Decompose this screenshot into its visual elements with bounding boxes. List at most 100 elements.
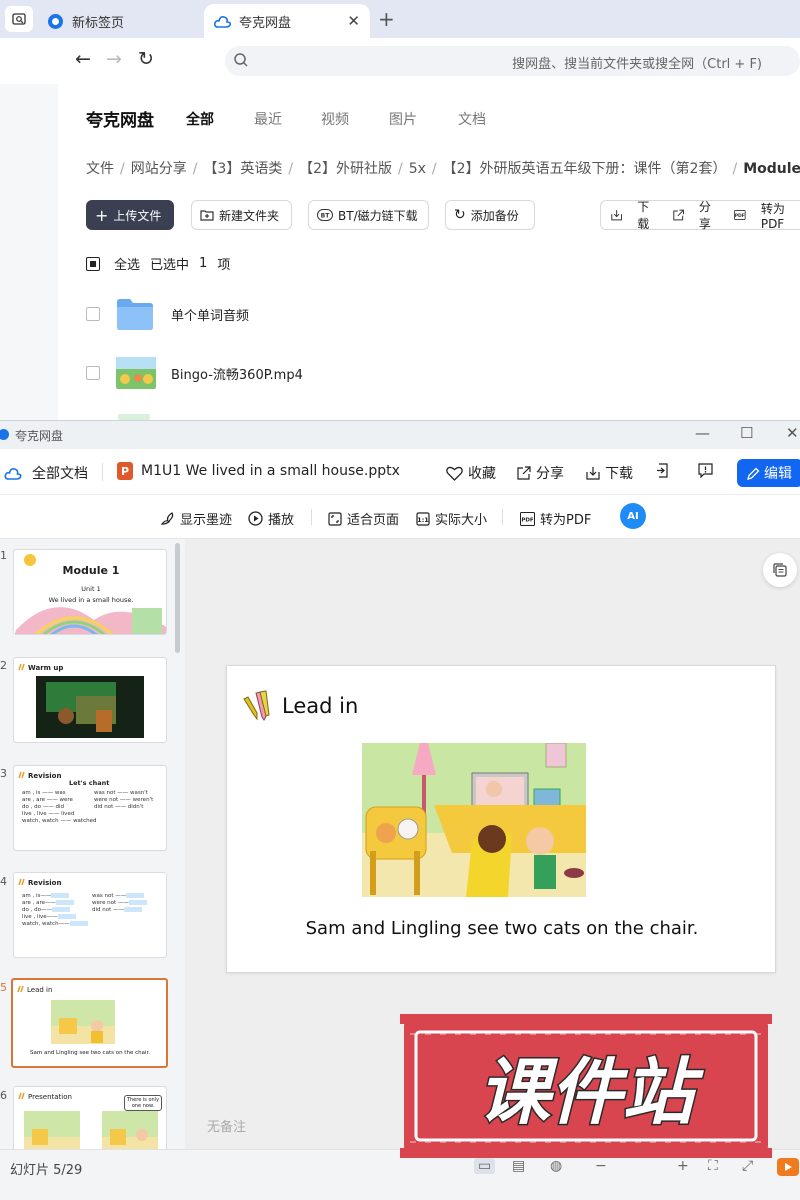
slide-thumbnail[interactable]: Presentation There is only one now. (13, 1086, 167, 1149)
nav-document[interactable]: 文档 (458, 109, 486, 129)
play-button[interactable]: 播放 (248, 509, 294, 528)
download-button[interactable]: 下载 (586, 463, 633, 483)
current-slide: Lead in Sam and Lingling see two cats on… (226, 665, 776, 973)
watermark-text: 课件站 (478, 1050, 704, 1134)
play-label: 播放 (268, 513, 295, 528)
search-bar[interactable]: 搜网盘、搜当前文件夹或搜全网（Ctrl + F) (225, 46, 800, 76)
breadcrumb-item[interactable]: 【2】外研社版 (299, 161, 392, 177)
file-name: 单个单词音频 (171, 308, 250, 324)
breadcrumb-item[interactable]: 【3】英语类 (203, 161, 282, 177)
thumbnail-line: watch, watch—— (22, 921, 70, 927)
tab-quark-drive[interactable]: 夸克网盘 ✕ (204, 4, 370, 38)
close-window-icon[interactable]: ✕ (786, 424, 799, 442)
thumbnail-line: are , are—— (22, 900, 57, 906)
file-checkbox[interactable] (86, 366, 100, 380)
maximize-icon[interactable]: ☐ (740, 424, 753, 442)
breadcrumb-item[interactable]: 网站分享 (131, 161, 187, 177)
selected-unit: 项 (217, 258, 231, 273)
thumbnail-line: were not —— weren't (94, 797, 154, 803)
upload-button[interactable]: + 上传文件 (86, 200, 174, 230)
close-tab-icon[interactable]: ✕ (347, 12, 360, 30)
copy-text-button[interactable] (763, 553, 797, 587)
breadcrumb-item[interactable]: 5x (409, 161, 426, 177)
fit-window-icon[interactable]: ⛶ (708, 1158, 718, 1174)
download-action[interactable]: 下载 (611, 198, 657, 232)
tab-search-button[interactable] (5, 6, 33, 32)
select-all-checkbox[interactable] (86, 256, 100, 271)
convert-pdf-label: 转为PDF (540, 513, 592, 528)
forward-icon[interactable]: → (106, 48, 122, 70)
thumbnail-number: 3 (0, 767, 7, 780)
fullscreen-icon[interactable]: ⤢ (742, 1158, 753, 1174)
share-icon (517, 466, 531, 480)
file-actions-group: 下载 分享 PDF 转为PDF (600, 198, 800, 232)
nav-recent[interactable]: 最近 (254, 109, 282, 129)
thumbnail-line: was not —— wasn't (94, 790, 148, 796)
favorite-button[interactable]: 收藏 (446, 463, 496, 483)
thumbnail-text-left: am , is —— was are , are —— were do , do… (22, 790, 96, 825)
pencil-icon (18, 771, 25, 779)
slideshow-icon[interactable] (777, 1158, 799, 1176)
slide-thumbnail[interactable]: Module 1 Unit 1 We lived in a small hous… (13, 549, 167, 635)
actual-size-button[interactable]: 1:1 实际大小 (416, 509, 487, 528)
minimize-icon[interactable]: — (695, 424, 710, 442)
share-button[interactable]: 分享 (517, 463, 564, 483)
back-icon[interactable]: ← (75, 48, 91, 70)
select-all-label[interactable]: 全选 (114, 254, 140, 273)
slide-title: Lead in (282, 694, 359, 718)
nav-all[interactable]: 全部 (186, 109, 214, 129)
slide-thumbnail[interactable]: Warm up (13, 657, 167, 743)
play-icon (248, 511, 263, 526)
pencil-icon (18, 878, 25, 886)
download-label: 下载 (605, 466, 633, 482)
add-backup-button[interactable]: ↻ 添加备份 (445, 200, 535, 230)
edit-button[interactable]: 编辑 (737, 459, 800, 487)
pencil-icon (18, 1092, 25, 1100)
slide-thumbnail-selected[interactable]: Lead in Sam and Lingling see two cats on… (11, 978, 168, 1068)
zoom-in-icon[interactable]: + (677, 1158, 689, 1174)
all-docs-link[interactable]: 全部文档 (4, 463, 88, 483)
file-row[interactable]: Bingo-流畅360P.mp4 (86, 357, 303, 389)
upload-label: 上传文件 (113, 208, 162, 223)
drive-page: 夸克网盘 全部 最近 视频 图片 文档 文件 / 网站分享 / 【3】英语类 / 【2】外研… (0, 84, 800, 420)
globe-icon[interactable]: ◍ (550, 1158, 562, 1174)
cloud-drive-icon (4, 467, 22, 480)
speaker-notes[interactable]: 无备注 (207, 1116, 246, 1135)
thumbnail-title: Module 1 (62, 564, 120, 577)
thumbnail-line: were not —— (92, 900, 129, 906)
new-folder-button[interactable]: 新建文件夹 (191, 200, 292, 230)
to-pdf-action[interactable]: PDF 转为PDF (734, 200, 800, 231)
search-placeholder: 搜网盘、搜当前文件夹或搜全网（Ctrl + F) (512, 57, 762, 72)
thumbnail-number: 2 (0, 659, 7, 672)
open-external-icon[interactable] (656, 463, 674, 478)
new-tab-icon[interactable]: + (378, 7, 395, 31)
slide-thumbnail[interactable]: Revision am , is—— are , are—— do , do——… (13, 872, 167, 958)
thumbnail-scrollbar[interactable] (175, 543, 180, 653)
slide-caption: Sam and Lingling see two cats on the cha… (305, 918, 699, 939)
bt-download-button[interactable]: BT BT/磁力链下载 (308, 200, 429, 230)
nav-image[interactable]: 图片 (389, 109, 417, 129)
share-label: 分享 (536, 466, 564, 482)
reload-icon[interactable]: ↻ (138, 48, 154, 70)
zoom-out-icon[interactable]: − (595, 1158, 607, 1174)
slide-thumbnail[interactable]: Revision Let's chant am , is —— was are … (13, 765, 167, 851)
normal-view-icon[interactable]: ▭ (474, 1158, 496, 1174)
video-thumbnail-icon (116, 357, 156, 389)
breadcrumb-item[interactable]: 【2】外研版英语五年级下册：课件（第2套） (443, 161, 727, 177)
add-backup-label: 添加备份 (470, 208, 519, 223)
file-title: P M1U1 We lived in a small house.pptx (117, 462, 400, 480)
convert-pdf-button[interactable]: PDF 转为PDF (520, 509, 591, 528)
feedback-icon[interactable] (698, 463, 718, 478)
ai-assistant-button[interactable]: AI (620, 503, 646, 529)
nav-video[interactable]: 视频 (321, 109, 349, 129)
share-action[interactable]: 分享 (672, 198, 719, 232)
tab-new-tab[interactable]: 新标签页 (46, 4, 196, 38)
slide-thumbnail-panel: 1 Module 1 Unit 1 We lived in a small ho… (0, 539, 185, 1149)
show-ink-button[interactable]: 显示墨迹 (160, 509, 232, 528)
file-row[interactable]: 单个单词音频 (86, 297, 249, 331)
file-checkbox[interactable] (86, 307, 100, 321)
grid-view-icon[interactable]: ▤ (512, 1158, 525, 1174)
breadcrumb-current[interactable]: Module 1 (743, 161, 800, 177)
breadcrumb-item[interactable]: 文件 (86, 161, 114, 177)
fit-page-button[interactable]: 适合页面 (328, 509, 399, 528)
